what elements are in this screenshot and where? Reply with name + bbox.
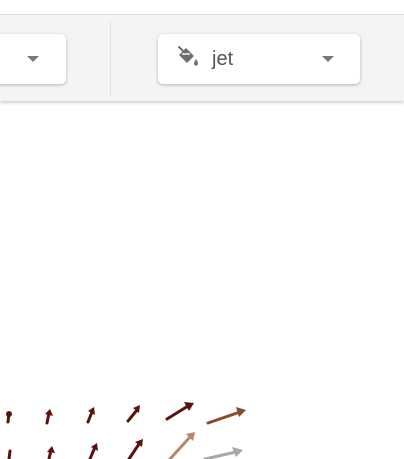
- toolbar-divider: [110, 21, 111, 97]
- toolbar: jet: [0, 15, 404, 101]
- paint-bucket-icon: [178, 46, 198, 66]
- vector-arrow: [203, 447, 243, 459]
- chevron-down-icon: [322, 56, 334, 62]
- vector-arrow: [47, 446, 55, 459]
- vector-arrow: [168, 432, 195, 459]
- chevron-down-icon: [27, 56, 39, 62]
- vector-arrow: [7, 449, 12, 459]
- vector-arrow: [88, 443, 98, 459]
- vector-arrow: [126, 405, 140, 423]
- top-bar: [0, 0, 404, 15]
- vector-arrow: [127, 439, 143, 459]
- vector-field-plot: [6, 402, 246, 459]
- vector-arrow: [165, 402, 194, 421]
- vector-arrow: [45, 409, 53, 425]
- vector-arrow: [86, 407, 95, 424]
- vector-arrow: [206, 407, 246, 425]
- colormap-select[interactable]: jet: [158, 34, 360, 84]
- vector-arrow: [6, 411, 12, 424]
- colormap-select-value: jet: [212, 48, 234, 70]
- field-select[interactable]: [0, 34, 66, 84]
